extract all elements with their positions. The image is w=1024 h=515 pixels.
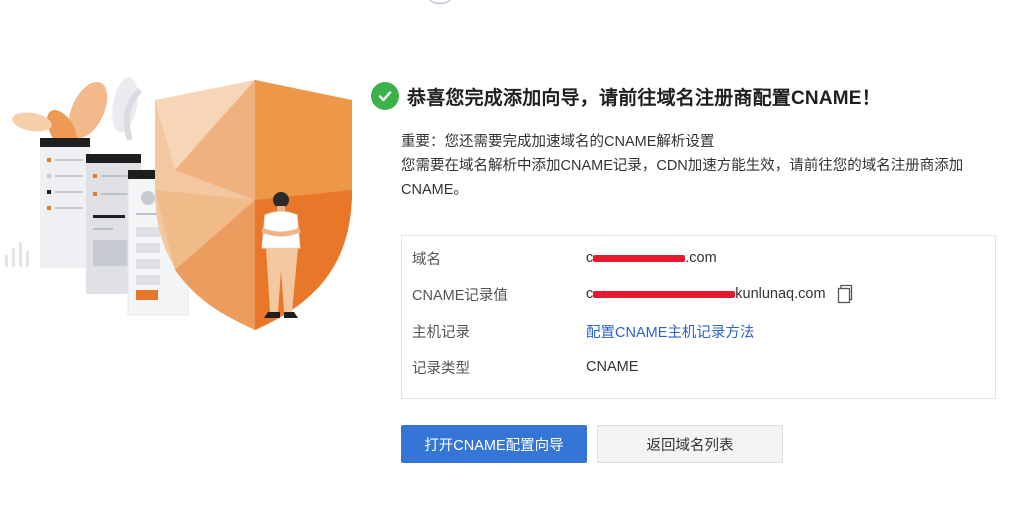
title-row: 恭喜您完成添加向导，请前往域名注册商配置CNAME！: [371, 80, 1011, 112]
page-title: 恭喜您完成添加向导，请前往域名注册商配置CNAME！: [407, 87, 881, 109]
domain-value: c .com: [586, 250, 717, 266]
info-label: 主机记录: [412, 324, 470, 341]
domain-suffix: .com: [685, 250, 717, 266]
cname-prefix: c: [586, 286, 594, 302]
info-row-cname: CNAME记录值 c kunlunaq.com: [412, 282, 854, 306]
notice-line-2: 您需要在域名解析中添加CNAME记录，CDN加速方能生效，请前往您的域名注册商添…: [401, 158, 964, 198]
redacted-mark: [593, 290, 736, 298]
info-row-host: 主机记录 配置CNAME主机记录方法: [412, 319, 754, 343]
step-indicator: [427, 0, 453, 4]
shield-illustration: [5, 77, 352, 330]
domain-prefix: c: [586, 250, 594, 266]
back-to-domain-list-button[interactable]: 返回域名列表: [597, 425, 783, 463]
info-row-domain: 域名 c .com: [412, 246, 717, 270]
info-label: CNAME记录值: [412, 287, 508, 304]
cname-info-panel: 域名 c .com CNAME记录值 c kunlunaq.com 主机记录 配置C…: [401, 235, 996, 399]
notice-text: 重要：您还需要完成加速域名的CNAME解析设置 您需要在域名解析中添加CNAME…: [401, 130, 991, 202]
success-content: 恭喜您完成添加向导，请前往域名注册商配置CNAME！ 重要：您还需要完成加速域名…: [371, 80, 1011, 463]
cname-suffix: kunlunaq.com: [735, 286, 826, 302]
open-cname-wizard-button[interactable]: 打开CNAME配置向导: [401, 425, 587, 463]
cname-value: c kunlunaq.com: [586, 284, 854, 304]
record-type-value: CNAME: [586, 359, 639, 375]
host-record-help-link[interactable]: 配置CNAME主机记录方法: [586, 321, 754, 342]
info-row-type: 记录类型 CNAME: [412, 355, 638, 379]
notice-line-1: 重要：您还需要完成加速域名的CNAME解析设置: [401, 134, 715, 150]
redacted-mark: [593, 254, 686, 262]
copy-icon[interactable]: [836, 284, 854, 304]
check-circle-icon: [371, 82, 399, 110]
info-label: 记录类型: [412, 360, 470, 377]
info-label: 域名: [412, 251, 441, 268]
